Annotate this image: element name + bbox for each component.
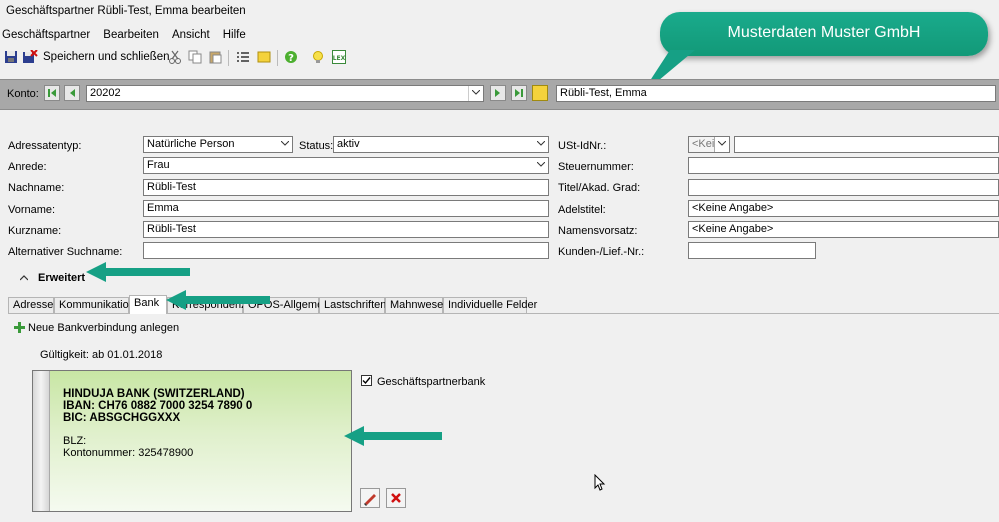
arrow-annotation-erweitert [86, 262, 190, 282]
card-strip [33, 371, 50, 511]
copy-icon[interactable] [188, 50, 202, 64]
namensvorsatz-input[interactable]: <Keine Angabe> [688, 221, 999, 238]
anrede-select[interactable]: Frau [143, 157, 549, 174]
delete-bank-button[interactable] [386, 488, 406, 508]
adelstitel-input[interactable]: <Keine Angabe> [688, 200, 999, 217]
new-bank-label: Neue Bankverbindung anlegen [28, 322, 180, 334]
delete-icon [391, 493, 401, 503]
chevron-down-icon[interactable] [534, 137, 548, 152]
next-record-button[interactable] [490, 85, 506, 101]
check-icon [362, 377, 371, 385]
gueltigkeit-value: ab 01.01.2018 [92, 349, 163, 361]
lex-icon[interactable]: LEX [332, 50, 346, 64]
bank-blz: BLZ: [63, 435, 87, 447]
alt-suchname-label: Alternativer Suchname: [8, 246, 123, 258]
partnerbank-checkbox[interactable] [361, 375, 372, 386]
note-icon[interactable] [257, 50, 271, 64]
namensvorsatz-label: Namensvorsatz: [558, 225, 638, 237]
arrow-annotation-bank-tab [166, 290, 270, 310]
save-icon[interactable] [4, 50, 18, 64]
menu-bar: Geschäftspartner Bearbeiten Ansicht Hilf… [2, 29, 256, 45]
tab-lastschriften[interactable]: Lastschriften [319, 297, 386, 313]
kunden-nr-label: Kunden-/Lief.-Nr.: [558, 246, 645, 258]
chevron-down-icon[interactable] [714, 137, 729, 152]
partnerbank-label: Geschäftspartnerbank [377, 376, 486, 388]
ust-label: USt-IdNr.: [558, 140, 607, 152]
edit-bank-button[interactable] [360, 488, 380, 508]
adressatentyp-value: Natürliche Person [147, 138, 235, 150]
status-label: Status: [299, 140, 334, 152]
alt-suchname-input[interactable] [143, 242, 549, 259]
erweitert-label: Erweitert [38, 272, 86, 284]
menu-geschaeftspartner[interactable]: Geschäftspartner [2, 29, 90, 41]
adressatentyp-label: Adressatentyp: [8, 140, 82, 152]
adelstitel-label: Adelstitel: [558, 204, 606, 216]
bank-name: HINDUJA BANK (SWITZERLAND) [63, 388, 245, 400]
anrede-value: Frau [147, 159, 170, 171]
svg-text:LEX: LEX [333, 55, 346, 62]
konto-name-field: Rübli-Test, Emma [556, 85, 996, 102]
ust-input[interactable] [734, 136, 999, 153]
tab-kommunikation[interactable]: Kommunikation [54, 297, 135, 313]
lightbulb-icon[interactable] [311, 50, 325, 64]
save-close-icon[interactable] [22, 49, 38, 64]
steuernummer-label: Steuernummer: [558, 161, 634, 173]
titel-input[interactable] [688, 179, 999, 196]
cut-icon[interactable] [168, 50, 182, 64]
tab-individuelle-felder[interactable]: Individuelle Felder [443, 297, 537, 313]
nachname-input[interactable]: Rübli-Test [143, 179, 549, 196]
status-value: aktiv [337, 138, 360, 150]
status-select[interactable]: aktiv [333, 136, 549, 153]
bank-bic: BIC: ABSGCHGGXXX [63, 412, 181, 424]
anrede-label: Anrede: [8, 161, 47, 173]
gueltigkeit-label: Gültigkeit: [40, 349, 89, 361]
help-icon[interactable]: ? [284, 50, 298, 64]
menu-hilfe[interactable]: Hilfe [223, 29, 246, 41]
kunden-nr-input[interactable] [688, 242, 816, 259]
pencil-icon [364, 494, 376, 506]
konto-select[interactable]: 20202 [86, 85, 484, 102]
mouse-cursor-icon [594, 474, 606, 491]
vorname-label: Vorname: [8, 204, 56, 216]
save-close-button[interactable]: Speichern und schließen [43, 51, 170, 63]
svg-text:?: ? [288, 53, 294, 64]
bank-kontonummer: Kontonummer: 325478900 [63, 447, 194, 459]
titel-label: Titel/Akad. Grad: [558, 182, 641, 194]
vorname-input[interactable]: Emma [143, 200, 549, 217]
chevron-down-icon[interactable] [278, 137, 292, 152]
konto-bar: Konto: 20202 Rübli-Test, Emma [0, 79, 999, 110]
note-icon[interactable] [532, 85, 548, 101]
tab-adresse[interactable]: Adresse [8, 297, 54, 313]
nachname-label: Nachname: [8, 182, 65, 194]
adressatentyp-select[interactable]: Natürliche Person [143, 136, 293, 153]
chevron-up-icon [20, 275, 28, 281]
last-record-button[interactable] [511, 85, 527, 101]
paste-icon[interactable] [208, 50, 222, 64]
list-icon[interactable] [236, 50, 250, 64]
konto-value: 20202 [90, 87, 121, 99]
toolbar: Speichern und schließen ? LEX [0, 47, 360, 69]
tab-mahnwesen[interactable]: Mahnwesen [385, 297, 449, 313]
bank-card[interactable]: HINDUJA BANK (SWITZERLAND) IBAN: CH76 08… [32, 370, 352, 512]
konto-name: Rübli-Test, Emma [560, 87, 647, 99]
arrow-annotation-bank-card [344, 426, 442, 446]
kurzname-label: Kurzname: [8, 225, 62, 237]
chevron-down-icon[interactable] [534, 158, 548, 173]
tab-bank[interactable]: Bank [129, 295, 167, 314]
chevron-down-icon[interactable] [468, 86, 483, 101]
ust-country-select[interactable]: <Keir [688, 136, 730, 153]
konto-label: Konto: [7, 88, 39, 100]
first-record-button[interactable] [44, 85, 60, 101]
menu-bearbeiten[interactable]: Bearbeiten [103, 29, 159, 41]
window-title: Geschäftspartner Rübli-Test, Emma bearbe… [6, 5, 246, 17]
prev-record-button[interactable] [64, 85, 80, 101]
plus-icon [14, 322, 25, 333]
bank-iban: IBAN: CH76 0882 7000 3254 7890 0 [63, 400, 253, 412]
kurzname-input[interactable]: Rübli-Test [143, 221, 549, 238]
menu-ansicht[interactable]: Ansicht [172, 29, 210, 41]
steuernummer-input[interactable] [688, 157, 999, 174]
